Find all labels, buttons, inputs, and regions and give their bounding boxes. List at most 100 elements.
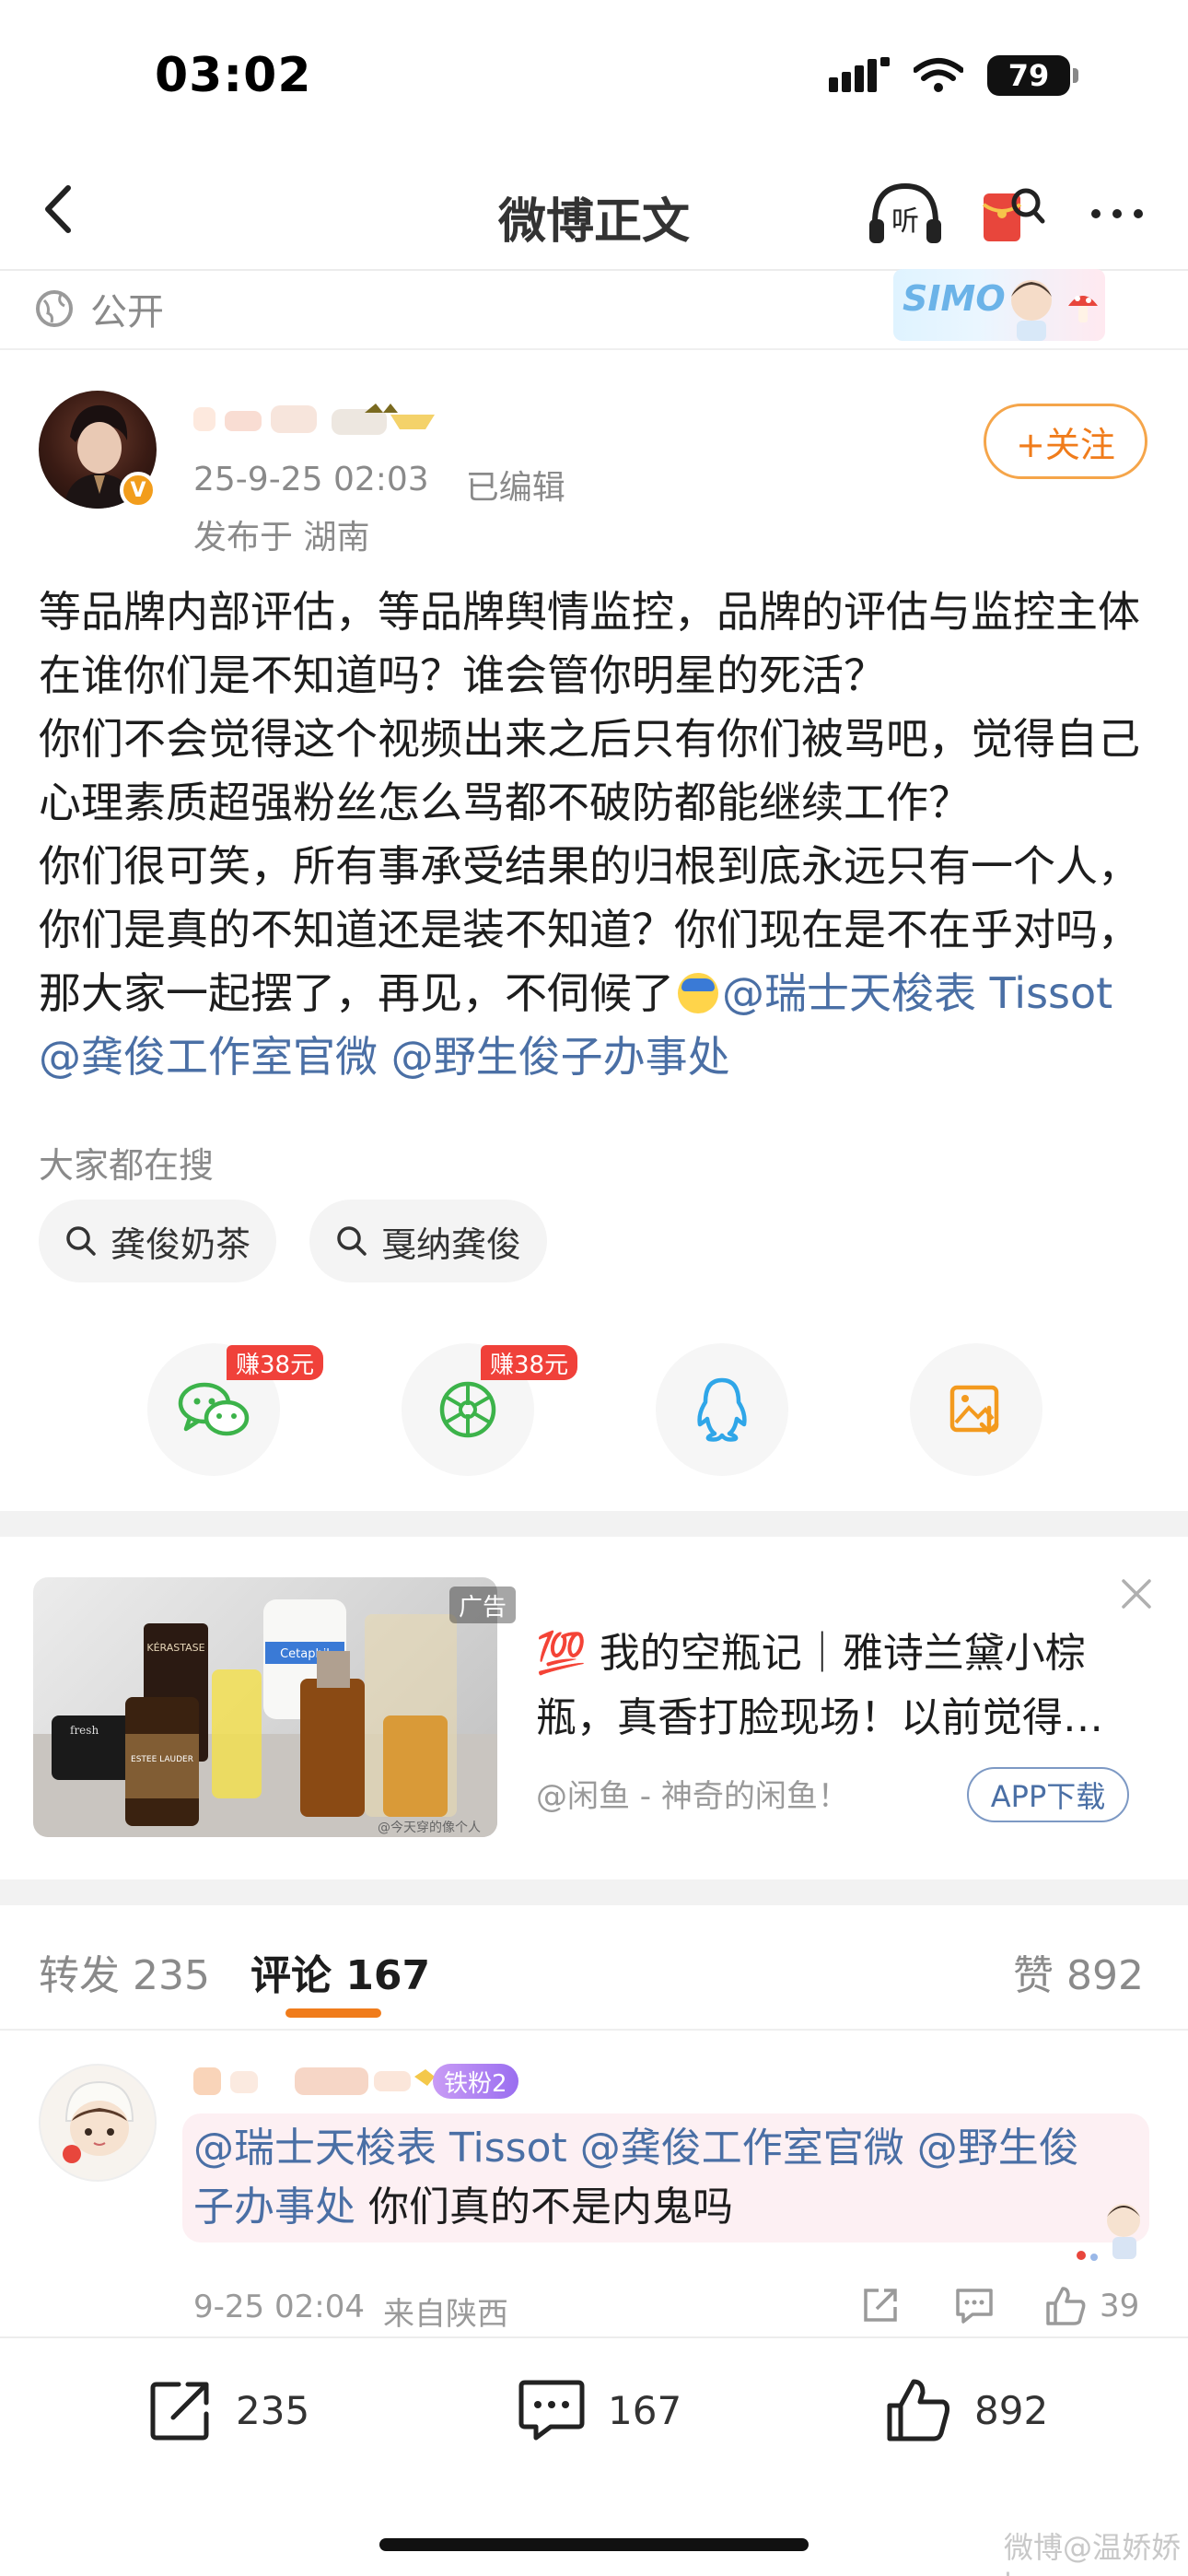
ad-image-brand: KÉRASTASE (146, 1642, 204, 1654)
moments-aperture-icon (439, 1381, 496, 1438)
battery-indicator: 79 (987, 55, 1078, 96)
commenter-name-redacted[interactable] (193, 2058, 442, 2101)
ad-title-text: 我的空瓶记｜雅诗兰黛小棕瓶，真香打脸现场！以前觉得… (536, 1630, 1103, 1741)
follow-button[interactable]: +关注 (984, 404, 1147, 479)
ad-image-brand: fresh (70, 1724, 99, 1737)
post-paragraph: 你们不会觉得这个视频出来之后只有你们被骂吧，觉得自己心理素质超强粉丝怎么骂都不破… (39, 714, 1140, 827)
red-packet-search-icon (982, 188, 1045, 241)
mushroom-icon (1068, 296, 1098, 322)
fan-level-badge: 铁粉2 (433, 2064, 518, 2099)
section-divider (0, 348, 1188, 350)
tab-likes[interactable]: 赞 892 (1013, 1942, 1144, 2001)
hundred-points-icon: 💯 (536, 1630, 587, 1677)
home-indicator[interactable] (379, 2538, 809, 2551)
cartoon-avatar-image (63, 2080, 134, 2163)
mention-link[interactable]: @野生俊 (917, 2125, 1079, 2172)
comment-location: 来自陕西 (382, 2296, 508, 2333)
wifi-icon (914, 58, 963, 92)
watermark-text: 微博@温娇娇l (1004, 2530, 1182, 2576)
tab-comments[interactable]: 评论 167 (250, 1942, 430, 2001)
ad-title[interactable]: 💯 我的空瓶记｜雅诗兰黛小棕瓶，真香打脸现场！以前觉得… (536, 1622, 1135, 1751)
tab-divider (0, 2029, 1188, 2031)
search-pill-label: 戛纳龚俊 (381, 1224, 522, 1265)
comment-bubble-icon (518, 2380, 585, 2441)
decorative-banner: SIMO (893, 269, 1105, 341)
earn-badge: 赚38元 (481, 1345, 578, 1380)
post-meta: 25-9-25 02:03 已编辑 (193, 461, 565, 509)
comment-meta: 9-25 02:04 来自陕西 (193, 2289, 508, 2334)
bottom-bar-divider (0, 2336, 1188, 2338)
comment-time: 9-25 02:04 (193, 2289, 365, 2325)
post-date: 25-9-25 02:03 (193, 461, 429, 498)
ad-image[interactable]: KÉRASTASE fresh ESTEE LAUDER Cetaphil @今… (33, 1577, 497, 1837)
visibility-label: 公开 (90, 291, 164, 334)
like-count: 892 (974, 2387, 1049, 2433)
thumbs-up-icon (1046, 2287, 1086, 2325)
share-icon[interactable] (858, 2283, 903, 2327)
status-time: 03:02 (155, 48, 312, 103)
post-location: 发布于 湖南 (193, 519, 370, 556)
status-icons: 79 (829, 55, 1078, 96)
author-name-redacted[interactable] (193, 396, 460, 442)
image-download-icon (949, 1385, 999, 1435)
cartoon-sticker-icon (1077, 2204, 1140, 2261)
headphones-icon: 听 (869, 182, 941, 243)
save-image-button[interactable] (910, 1343, 1042, 1476)
thumbs-up-icon (887, 2379, 949, 2441)
comment-like-button[interactable]: 39 (1042, 2281, 1139, 2331)
repost-icon (150, 2382, 209, 2441)
nav-bar: 微博正文 听 (0, 157, 1188, 267)
trending-search-title: 大家都在搜 (39, 1145, 215, 1186)
banner-text: SIMO (903, 278, 1006, 319)
cartoon-figure-icon (1011, 280, 1052, 341)
visibility-row: 公开 (35, 276, 164, 341)
mention-link[interactable]: @瑞士天梭表 Tissot (193, 2125, 567, 2172)
mention-link-tail[interactable]: 子办事处 (193, 2184, 355, 2231)
like-button[interactable]: 892 (882, 2373, 1048, 2447)
section-band (0, 1879, 1188, 1905)
globe-icon (36, 290, 73, 327)
red-packet-button[interactable] (978, 177, 1048, 251)
verified-badge: V (120, 472, 157, 509)
search-pill[interactable]: 龚俊奶茶 (39, 1200, 277, 1282)
qq-penguin-icon (697, 1377, 747, 1442)
wechat-icon (178, 1382, 250, 1436)
comment-body: 你们真的不是内鬼吗 (355, 2184, 733, 2231)
post-paragraph: 等品牌内部评估，等品牌舆情监控，品牌的评估与监控主体在谁你们是不知道吗？谁会管你… (39, 587, 1140, 700)
search-icon (337, 1226, 367, 1256)
ad-image-brand: ESTEE LAUDER (131, 1755, 193, 1764)
close-icon[interactable] (1114, 1572, 1159, 1616)
mention-link[interactable]: @野生俊子办事处 (391, 1032, 730, 1082)
app-download-button[interactable]: APP下载 (967, 1767, 1129, 1822)
listen-button[interactable]: 听 (866, 177, 945, 251)
active-tab-indicator (285, 2008, 381, 2018)
comment-count: 167 (608, 2387, 682, 2433)
listen-label: 听 (891, 205, 919, 238)
skincare-bottles-image: KÉRASTASE fresh ESTEE LAUDER Cetaphil @今… (33, 1599, 497, 1837)
ad-image-watermark: @今天穿的像个人 (378, 1821, 481, 1835)
ad-source[interactable]: @闲鱼 - 神奇的闲鱼！ (536, 1771, 849, 1816)
comment-icon[interactable] (952, 2283, 996, 2327)
search-pill-label: 龚俊奶茶 (111, 1224, 251, 1265)
more-icon[interactable] (1085, 181, 1149, 245)
post-body: 等品牌内部评估，等品牌舆情监控，品牌的评估与监控主体在谁你们是不知道吗？谁会管你… (39, 580, 1153, 1089)
mention-link[interactable]: @龚俊工作室官微 (39, 1032, 378, 1082)
edited-label[interactable]: 已编辑 (466, 461, 565, 509)
salute-emoji-icon (678, 973, 718, 1013)
commenter-avatar[interactable] (39, 2064, 157, 2182)
mention-link[interactable]: @龚俊工作室官微 (580, 2125, 904, 2172)
share-qq-button[interactable] (656, 1343, 788, 1476)
repost-count: 235 (236, 2387, 310, 2433)
comment-like-count: 39 (1100, 2288, 1140, 2324)
section-band (0, 1511, 1188, 1537)
signal-icon (829, 57, 890, 92)
comment-button[interactable]: 167 (516, 2373, 681, 2447)
repost-button[interactable]: 235 (146, 2373, 309, 2447)
search-pill[interactable]: 戛纳龚俊 (309, 1200, 548, 1282)
comment-text: @瑞士天梭表 Tissot @龚俊工作室官微 @野生俊子办事处 你们真的不是内鬼… (193, 2119, 1133, 2237)
post-paragraph: 你们很可笑，所有事承受结果的归根到底永远只有一个人，你们是真的不知道还是装不知道… (39, 835, 1153, 1089)
search-icon (66, 1226, 96, 1256)
ad-tag: 广告 (449, 1587, 517, 1623)
tab-repost[interactable]: 转发 235 (39, 1942, 210, 2001)
mention-link[interactable]: @瑞士天梭表 Tissot (722, 968, 1112, 1018)
